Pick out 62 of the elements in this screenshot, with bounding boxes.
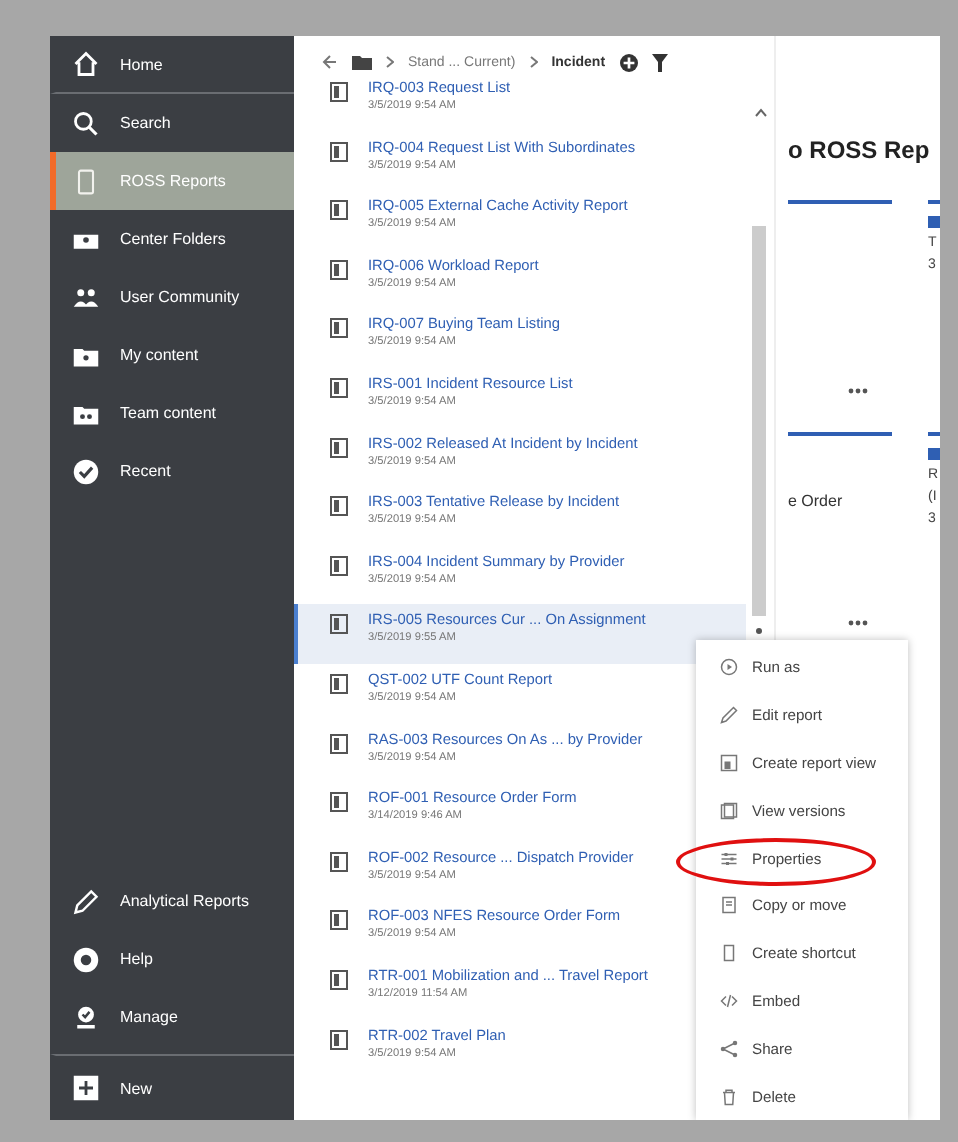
sidebar-item[interactable]: Center Folders <box>50 210 294 268</box>
type-icon <box>928 448 940 460</box>
shortcut-icon <box>720 944 738 963</box>
report-icon <box>330 969 348 990</box>
back-icon[interactable] <box>322 54 338 70</box>
people-icon <box>72 283 100 311</box>
check-icon <box>72 457 100 485</box>
page-heading: o ROSS Rep <box>788 136 932 164</box>
folder-icon[interactable] <box>352 54 372 70</box>
more-icon[interactable] <box>848 388 868 394</box>
sidebar-item[interactable]: Team content <box>50 384 294 442</box>
sidebar-item[interactable]: User Community <box>50 268 294 326</box>
chevron-icon <box>386 56 394 68</box>
sidebar-item[interactable]: Home <box>50 36 294 94</box>
more-icon[interactable] <box>848 620 868 626</box>
report-icon <box>330 437 348 458</box>
play-icon <box>720 658 738 677</box>
add-icon[interactable] <box>619 53 638 71</box>
report-icon <box>330 733 348 754</box>
report-icon <box>330 1029 348 1049</box>
report-view-icon <box>720 753 738 772</box>
sidebar-item[interactable]: Analytical Reports <box>50 872 294 930</box>
share-icon <box>720 1039 738 1058</box>
plus-icon <box>72 1074 100 1102</box>
sidebar-item[interactable]: Recent <box>50 442 294 500</box>
report-icon <box>330 82 348 102</box>
report-icon <box>330 377 348 398</box>
report-icon <box>330 259 348 280</box>
home-icon <box>72 50 100 78</box>
pencil-icon <box>720 706 738 725</box>
sidebar-item[interactable]: Search <box>50 94 294 152</box>
search-icon <box>72 109 100 137</box>
pencil-icon <box>72 887 100 915</box>
report-icon <box>330 910 348 931</box>
report-icon <box>330 200 348 221</box>
report-icon <box>330 141 348 162</box>
documents-icon <box>720 801 738 820</box>
tablet-icon <box>72 167 100 195</box>
manage-icon <box>72 1003 100 1031</box>
trash-icon <box>720 1087 738 1106</box>
help-icon <box>72 945 100 973</box>
sidebar-item[interactable]: Manage <box>50 988 294 1046</box>
report-icon <box>330 496 348 517</box>
report-icon <box>330 614 348 635</box>
report-icon <box>330 673 348 694</box>
sidebar-item[interactable]: New <box>50 1054 294 1120</box>
type-icon <box>928 216 940 228</box>
code-icon <box>720 991 738 1010</box>
card-title: e Order <box>788 492 845 510</box>
scrollbar-thumb[interactable] <box>752 226 766 616</box>
document-icon <box>720 896 738 915</box>
report-icon <box>330 318 348 339</box>
more-icon[interactable] <box>756 628 762 635</box>
filter-icon[interactable] <box>651 53 668 71</box>
sidebar-item[interactable]: My content <box>50 326 294 384</box>
report-icon <box>330 851 348 872</box>
sidebar-item[interactable]: Help <box>50 930 294 988</box>
report-icon <box>330 792 348 813</box>
report-icon <box>330 555 348 576</box>
scroll-up-icon[interactable] <box>754 108 768 118</box>
chevron-icon <box>529 56 538 68</box>
sliders-icon <box>720 849 738 868</box>
